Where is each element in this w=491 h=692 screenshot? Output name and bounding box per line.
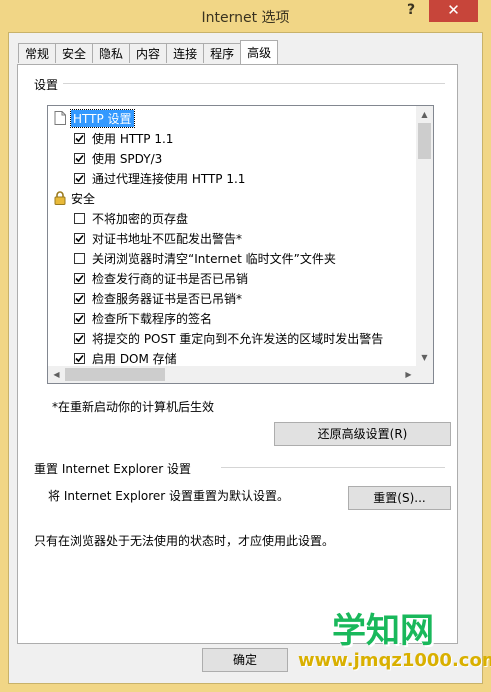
restart-note: *在重新启动你的计算机后生效	[52, 400, 215, 414]
checkbox-checked[interactable]	[74, 272, 85, 284]
settings-option-label: 关闭浏览器时清空“Internet 临时文件”文件夹	[92, 251, 336, 266]
checkbox-checked[interactable]	[74, 312, 85, 324]
tab-programs[interactable]: 程序	[203, 43, 242, 63]
checkmark-icon	[75, 334, 84, 342]
settings-option-label: 使用 SPDY/3	[92, 151, 163, 166]
settings-option-label: 通过代理连接使用 HTTP 1.1	[92, 171, 246, 186]
checkbox-checked[interactable]	[74, 332, 85, 344]
settings-category-label: HTTP 设置	[70, 108, 135, 128]
reset-group-label: 重置 Internet Explorer 设置	[34, 460, 196, 477]
settings-option-row[interactable]: 关闭浏览器时清空“Internet 临时文件”文件夹	[74, 248, 336, 268]
tab-connections[interactable]: 连接	[166, 43, 205, 63]
checkbox-checked[interactable]	[74, 232, 85, 244]
restore-advanced-button[interactable]: 还原高级设置(R)	[274, 422, 451, 446]
checkbox-checked[interactable]	[74, 292, 85, 304]
settings-option-label: 检查发行商的证书是否已吊销	[92, 271, 249, 286]
settings-option-row[interactable]: 对证书地址不匹配发出警告*	[74, 228, 242, 248]
tab-strip: 常规 安全 隐私 内容 连接 程序 高级	[18, 40, 279, 65]
reset-group-divider	[221, 467, 445, 468]
settings-option-row[interactable]: 使用 SPDY/3	[74, 148, 162, 168]
close-button[interactable]: ✕	[429, 0, 478, 22]
title-bar: Internet 选项 ? ✕	[0, 0, 491, 32]
reset-note: 只有在浏览器处于无法使用的状态时，才应使用此设置。	[34, 534, 335, 548]
checkbox-checked[interactable]	[74, 172, 85, 184]
checkmark-icon	[75, 154, 84, 162]
horizontal-scroll-thumb[interactable]	[65, 368, 165, 381]
help-button[interactable]: ?	[396, 0, 426, 22]
settings-option-label: 使用 HTTP 1.1	[92, 131, 174, 146]
settings-option-label: 检查服务器证书是否已吊销*	[92, 291, 243, 306]
settings-option-row[interactable]: 使用 HTTP 1.1	[74, 128, 173, 148]
scroll-down-icon[interactable]: ▼	[416, 349, 433, 366]
checkmark-icon	[75, 234, 84, 242]
settings-option-row[interactable]: 检查服务器证书是否已吊销*	[74, 288, 242, 308]
settings-category-row[interactable]: HTTP 设置	[54, 108, 135, 128]
tab-content[interactable]: 内容	[129, 43, 168, 63]
checkbox-checked[interactable]	[74, 132, 85, 144]
settings-option-row[interactable]: 启用 DOM 存储	[74, 348, 177, 368]
settings-option-row[interactable]: 检查发行商的证书是否已吊销	[74, 268, 248, 288]
settings-option-row[interactable]: 通过代理连接使用 HTTP 1.1	[74, 168, 245, 188]
checkmark-icon	[75, 294, 84, 302]
settings-option-label: 不将加密的页存盘	[92, 211, 189, 226]
settings-tree[interactable]: HTTP 设置使用 HTTP 1.1 使用 SPDY/3 通过代理连接使用 HTTP…	[47, 105, 434, 384]
settings-group-label: 设置	[34, 76, 63, 93]
watermark-url: www.jmqz1000.com	[298, 650, 491, 671]
settings-option-label: 对证书地址不匹配发出警告*	[92, 231, 243, 246]
settings-category-row[interactable]: 安全	[54, 188, 95, 208]
checkbox-checked[interactable]	[74, 352, 85, 364]
page-icon	[54, 111, 66, 125]
settings-group-divider	[63, 83, 445, 84]
vertical-scroll-thumb[interactable]	[418, 123, 431, 159]
settings-option-label: 检查所下载程序的签名	[92, 311, 213, 326]
scroll-up-icon[interactable]: ▲	[416, 106, 433, 123]
tab-security[interactable]: 安全	[55, 43, 94, 63]
checkbox-unchecked[interactable]	[74, 212, 85, 224]
lock-icon	[54, 191, 66, 205]
tab-privacy[interactable]: 隐私	[92, 43, 131, 63]
settings-option-label: 将提交的 POST 重定向到不允许发送的区域时发出警告	[92, 331, 384, 346]
watermark-text: 学知网	[332, 611, 434, 651]
scrollbar-corner	[416, 366, 433, 383]
watermark-logo: 学知网 www.jmqz1000.com	[298, 611, 491, 682]
checkmark-icon	[75, 354, 84, 362]
settings-option-row[interactable]: 将提交的 POST 重定向到不允许发送的区域时发出警告	[74, 328, 383, 348]
reset-button[interactable]: 重置(S)...	[348, 486, 451, 510]
checkbox-checked[interactable]	[74, 152, 85, 164]
checkmark-icon	[75, 314, 84, 322]
scroll-right-icon[interactable]: ▶	[400, 366, 417, 383]
tab-advanced[interactable]: 高级	[240, 40, 279, 64]
settings-option-row[interactable]: 不将加密的页存盘	[74, 208, 188, 228]
settings-category-label: 安全	[71, 191, 96, 206]
checkmark-icon	[75, 174, 84, 182]
settings-horizontal-scrollbar[interactable]: ◀ ▶	[48, 366, 417, 383]
ok-button[interactable]: 确定	[202, 648, 288, 672]
settings-option-label: 启用 DOM 存储	[92, 351, 177, 366]
settings-option-row[interactable]: 检查所下载程序的签名	[74, 308, 212, 328]
checkmark-icon	[75, 274, 84, 282]
dialog-body: 常规 安全 隐私 内容 连接 程序 高级 设置 HTTP 设置使用 HTTP 1…	[8, 32, 483, 684]
settings-vertical-scrollbar[interactable]: ▲ ▼	[416, 106, 433, 366]
reset-description: 将 Internet Explorer 设置重置为默认设置。	[48, 489, 290, 503]
checkbox-unchecked[interactable]	[74, 252, 85, 264]
checkmark-icon	[75, 134, 84, 142]
advanced-tab-panel: 设置 HTTP 设置使用 HTTP 1.1 使用 SPDY/3 通过代理连接使用 H…	[17, 64, 458, 644]
tab-general[interactable]: 常规	[18, 43, 57, 63]
scroll-left-icon[interactable]: ◀	[48, 366, 65, 383]
